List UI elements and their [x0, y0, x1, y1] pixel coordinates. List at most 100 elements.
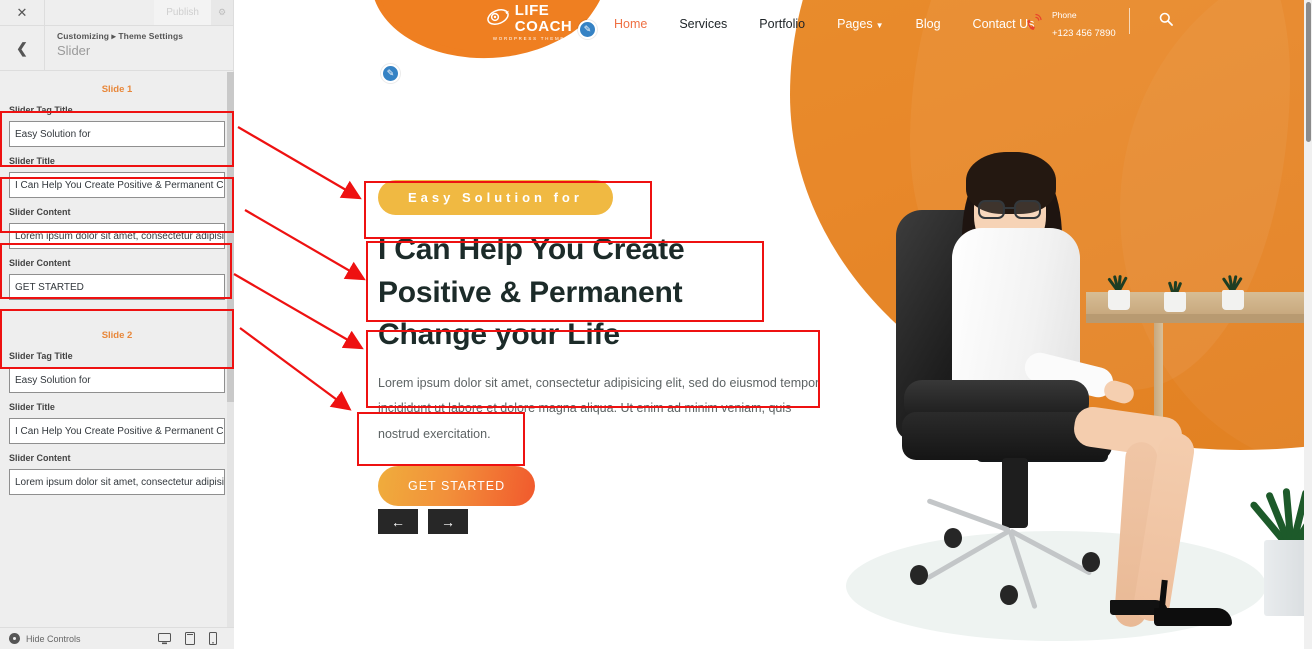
- page-scrollbar-thumb[interactable]: [1306, 2, 1311, 142]
- customizer-topbar: ✕ Publish ⚙: [0, 0, 233, 26]
- field-label: Slider Tag Title: [9, 105, 73, 115]
- glasses-left-lens: [978, 200, 1005, 219]
- nav-link-label: Home: [614, 17, 648, 31]
- hide-controls-label: Hide Controls: [26, 633, 81, 644]
- glasses-bridge: [1005, 207, 1014, 210]
- nav-link-services[interactable]: Services: [679, 17, 727, 31]
- preview-inner: LIFE COACH WORDPRESS THEME Home Services P…: [234, 0, 1304, 649]
- hero-tag-badge: Easy Solution for: [378, 180, 613, 215]
- hero-photo: [824, 60, 1304, 649]
- customizer-field: Slider Title I Can Help You Create Positi…: [0, 402, 234, 444]
- field-label: Slider Title: [9, 156, 55, 166]
- phone-text: Phone +123 456 7890: [1052, 5, 1116, 41]
- phone-number: +123 456 7890: [1052, 28, 1116, 39]
- text-input[interactable]: I Can Help You Create Positive & Permane…: [9, 418, 225, 444]
- nav-link-pages[interactable]: Pages ▼: [837, 17, 883, 31]
- nav-link-home[interactable]: Home: [614, 17, 647, 31]
- chair-caster-arm-4: [926, 498, 1011, 533]
- chair-gas-lift: [1002, 458, 1028, 528]
- field-label: Slider Title: [9, 402, 55, 412]
- logo-text: LIFE COACH: [515, 3, 573, 34]
- customizer-field: Slider Content Lorem ipsum dolor sit amet…: [0, 207, 234, 249]
- chair-caster-3: [1082, 552, 1100, 572]
- tablet-preview-icon[interactable]: [185, 632, 195, 645]
- nav-link-label: Services: [679, 17, 728, 31]
- device-preview-group: [158, 632, 225, 645]
- close-icon[interactable]: ✕: [0, 0, 45, 25]
- logo-tagline: WORDPRESS THEME: [492, 35, 566, 41]
- slide-section-heading: Slide 1: [101, 84, 133, 95]
- customizer-field: Slider Tag Title Easy Solution for: [0, 105, 234, 147]
- slider-navigation: ← →: [378, 509, 468, 534]
- sidebar-scrollbar-thumb[interactable]: [227, 72, 234, 402]
- phone-block[interactable]: Phone +123 456 7890: [1024, 5, 1116, 41]
- side-plant: [1248, 464, 1304, 553]
- desk-edge: [1086, 314, 1304, 323]
- header-titles: Customizing ▸ Theme Settings Slider: [45, 26, 183, 70]
- gear-icon[interactable]: ⚙: [211, 0, 233, 25]
- text-input[interactable]: Lorem ipsum dolor sit amet, consectetur …: [9, 223, 225, 249]
- hero-title: I Can Help You Create Positive & Permane…: [378, 233, 685, 352]
- arrow-right-icon[interactable]: →: [428, 509, 468, 534]
- customizer-field: Slider Content Lorem ipsum dolor sit amet…: [0, 453, 234, 495]
- mobile-preview-icon[interactable]: [209, 632, 217, 645]
- arrow-left-icon[interactable]: ←: [378, 509, 418, 534]
- site-header: LIFE COACH WORDPRESS THEME Home Services P…: [234, 0, 1304, 48]
- customizer-field: Slider Tag Title Easy Solution for: [0, 351, 234, 393]
- slide-section-heading: Slide 2: [101, 330, 133, 341]
- nav-link-label: Portfolio: [759, 17, 806, 31]
- slides-host: Slide 1 Slider Tag Title Easy Solution for…: [0, 72, 234, 495]
- site-preview: LIFE COACH WORDPRESS THEME Home Services P…: [234, 0, 1312, 649]
- page-scrollbar[interactable]: [1304, 0, 1312, 649]
- field-label: Slider Content: [9, 453, 71, 463]
- breadcrumb: Customizing ▸ Theme Settings: [57, 31, 184, 41]
- site-logo[interactable]: LIFE COACH WORDPRESS THEME: [474, 2, 584, 42]
- chevron-down-icon: ▼: [875, 21, 884, 30]
- text-input[interactable]: Easy Solution for: [9, 367, 225, 393]
- field-label: Slider Content: [9, 207, 71, 217]
- hero-content: Easy Solution for I Can Help You Create …: [378, 180, 848, 506]
- customizer-field: Slider Title I Can Help You Create Positi…: [0, 156, 234, 198]
- person-shoe-front: [1154, 608, 1232, 626]
- side-plant-pot: [1264, 540, 1304, 616]
- logo-row: LIFE COACH: [486, 3, 573, 34]
- get-started-button[interactable]: GET STARTED: [378, 465, 536, 506]
- person-glasses: [976, 200, 1046, 220]
- text-input[interactable]: I Can Help You Create Positive & Permane…: [9, 172, 225, 198]
- field-label: Slider Tag Title: [9, 351, 73, 361]
- text-input[interactable]: Lorem ipsum dolor sit amet, consectetur …: [9, 469, 225, 495]
- primary-nav: Home Services Portfolio Pages ▼ Blog Contact U…: [614, 0, 1034, 48]
- customizer-header: ❮ Customizing ▸ Theme Settings Slider: [0, 26, 233, 71]
- desk-pot-3: [1222, 290, 1244, 310]
- phone-ringing-icon: [1024, 12, 1044, 35]
- nav-link-portfolio[interactable]: Portfolio: [759, 17, 805, 31]
- text-input[interactable]: GET STARTED: [9, 274, 225, 300]
- desk-plant-3: [1218, 272, 1248, 293]
- customizer-footer: Hide Controls: [0, 627, 234, 649]
- phone-label: Phone: [1052, 10, 1077, 20]
- page-title: Slider: [57, 43, 91, 58]
- desktop-preview-icon[interactable]: [158, 632, 171, 645]
- pencil-edit-icon[interactable]: ✎: [578, 20, 597, 39]
- publish-button[interactable]: Publish: [154, 0, 211, 25]
- text-input[interactable]: Easy Solution for: [9, 121, 225, 147]
- desk-plant-1: [1104, 272, 1134, 293]
- hide-controls-icon: [9, 633, 20, 644]
- logo-line-2: COACH: [514, 17, 573, 35]
- person-hand: [1101, 378, 1137, 406]
- hide-controls-button[interactable]: Hide Controls: [9, 633, 81, 644]
- chair-caster-4: [944, 528, 962, 548]
- sidebar-scroll-area: Slide 1 Slider Tag Title Easy Solution for…: [0, 72, 234, 627]
- rocket-orbit-icon: [486, 5, 512, 32]
- chair-caster-2: [1000, 585, 1018, 605]
- nav-divider: [1129, 8, 1130, 34]
- customizer-sidebar: ✕ Publish ⚙ ❮ Customizing ▸ Theme Settin…: [0, 0, 234, 649]
- sidebar-scrollbar[interactable]: [227, 72, 234, 627]
- back-button[interactable]: ❮: [0, 26, 45, 70]
- search-icon[interactable]: [1159, 12, 1173, 29]
- pencil-edit-icon[interactable]: ✎: [381, 64, 400, 83]
- nav-link-label: Pages: [837, 17, 873, 31]
- screenshot-root: ✕ Publish ⚙ ❮ Customizing ▸ Theme Settin…: [0, 0, 1312, 649]
- hero-paragraph: Lorem ipsum dolor sit amet, consectetur …: [378, 375, 820, 442]
- nav-link-blog[interactable]: Blog: [916, 17, 941, 31]
